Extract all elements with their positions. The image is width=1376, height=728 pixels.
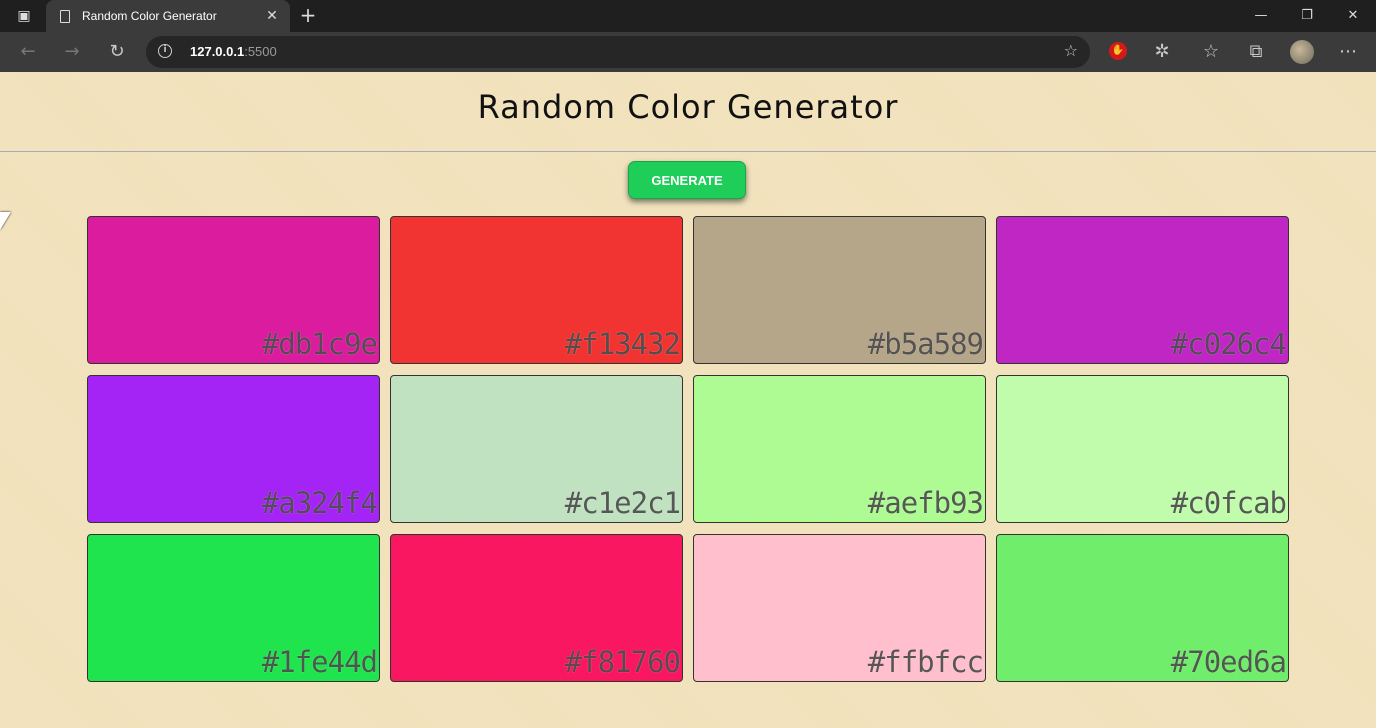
hex-code: #a324f4: [261, 486, 378, 520]
page-icon: [60, 9, 70, 23]
collections-icon[interactable]: ⧉: [1244, 40, 1268, 64]
page-content: Random Color Generator GENERATE #db1c9e …: [0, 72, 1376, 728]
color-swatch[interactable]: #70ed6a: [996, 534, 1289, 682]
restore-icon[interactable]: ❐: [1284, 0, 1330, 32]
color-swatch[interactable]: #c0fcab: [996, 375, 1289, 523]
refresh-icon[interactable]: ↻: [105, 40, 129, 64]
color-swatch[interactable]: #db1c9e: [87, 216, 380, 364]
hex-code: #c1e2c1: [564, 486, 681, 520]
favorite-add-icon[interactable]: ☆: [1064, 41, 1078, 60]
hex-code: #70ed6a: [1170, 645, 1287, 679]
hex-code: #ffbfcc: [867, 645, 984, 679]
hex-code: #b5a589: [867, 327, 984, 361]
color-swatch[interactable]: #aefb93: [693, 375, 986, 523]
color-swatch[interactable]: #c026c4: [996, 216, 1289, 364]
tab-actions-icon[interactable]: ▣: [10, 6, 38, 26]
hex-code: #1fe44d: [261, 645, 378, 679]
color-swatch[interactable]: #f13432: [390, 216, 683, 364]
mouse-cursor-icon: [0, 212, 11, 230]
hex-code: #c026c4: [1170, 327, 1287, 361]
url-host: 127.0.0.1: [190, 44, 245, 59]
color-swatch[interactable]: #c1e2c1: [390, 375, 683, 523]
url-port: :5500: [244, 44, 277, 59]
hex-code: #c0fcab: [1170, 486, 1287, 520]
extension-icon[interactable]: ✋: [1109, 42, 1127, 60]
back-icon[interactable]: ←: [16, 40, 40, 64]
browser-tab[interactable]: Random Color Generator ✕: [46, 0, 290, 32]
forward-icon[interactable]: →: [60, 40, 84, 64]
new-tab-icon[interactable]: +: [296, 4, 320, 28]
color-grid: #db1c9e #f13432 #b5a589 #c026c4 #a324f4 …: [87, 216, 1289, 682]
color-swatch[interactable]: #ffbfcc: [693, 534, 986, 682]
hex-code: #f13432: [564, 327, 681, 361]
address-bar[interactable]: i 127.0.0.1:5500 ☆: [146, 36, 1090, 68]
favorites-icon[interactable]: ☆: [1199, 40, 1223, 64]
color-swatch[interactable]: #f81760: [390, 534, 683, 682]
hex-code: #f81760: [564, 645, 681, 679]
more-menu-icon[interactable]: ⋯: [1336, 40, 1360, 64]
minimize-icon[interactable]: —: [1238, 0, 1284, 32]
browser-toolbar: ← → ↻ i 127.0.0.1:5500 ☆ ✋ ✲ ☆ ⧉ ⋯: [0, 32, 1376, 72]
extensions-puzzle-icon[interactable]: ✲: [1150, 40, 1174, 64]
close-window-icon[interactable]: ✕: [1330, 0, 1376, 32]
profile-avatar[interactable]: [1290, 40, 1314, 64]
hex-code: #db1c9e: [261, 327, 378, 361]
tab-title: Random Color Generator: [82, 9, 217, 23]
close-tab-icon[interactable]: ✕: [262, 8, 282, 24]
page-title: Random Color Generator: [477, 88, 899, 126]
url-text: 127.0.0.1:5500: [190, 44, 277, 59]
hex-code: #aefb93: [867, 486, 984, 520]
color-swatch[interactable]: #1fe44d: [87, 534, 380, 682]
site-info-icon[interactable]: i: [158, 44, 172, 58]
divider: [0, 151, 1376, 152]
generate-button[interactable]: GENERATE: [628, 161, 746, 199]
browser-titlebar: ▣ Random Color Generator ✕ + — ❐ ✕: [0, 0, 1376, 32]
color-swatch[interactable]: #a324f4: [87, 375, 380, 523]
color-swatch[interactable]: #b5a589: [693, 216, 986, 364]
